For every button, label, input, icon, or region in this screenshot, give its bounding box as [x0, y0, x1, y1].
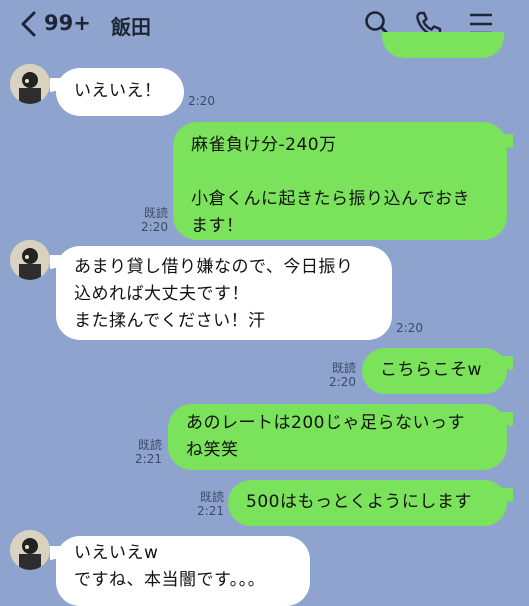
message-bubble[interactable]: 麻雀負け分-240万 小倉くんに起きたら振り込んでおき ます！ [173, 122, 507, 240]
chevron-left-icon [18, 11, 40, 42]
message-bubble[interactable]: あのレートは200じゃ足らないっす ね笑笑 [168, 404, 507, 470]
message-bubble[interactable]: いえいえw ですね、本当闇です。。。 [56, 536, 310, 606]
read-receipt: 既読 [143, 206, 168, 220]
message-time: 2:20 [188, 94, 215, 108]
back-button[interactable] [18, 10, 40, 38]
message-bubble[interactable]: こちらこそw [362, 348, 507, 394]
message-time: 2:20 [329, 375, 356, 389]
message-bubble[interactable]: あまり貸し借り嫌なので、今日振り 込めれば大丈夫です！ また揉んでください！汗 [56, 246, 392, 340]
avatar[interactable] [10, 240, 50, 280]
read-receipt: 既読 [137, 438, 162, 452]
read-receipt: 既読 [331, 361, 356, 375]
unread-count[interactable]: 99+ [44, 11, 91, 35]
contact-name: 飯田 [111, 15, 151, 39]
message-time: 2:21 [135, 452, 162, 466]
avatar[interactable] [10, 64, 50, 104]
message-time: 2:20 [396, 321, 423, 335]
message-bubble[interactable]: いえいえ！ [56, 68, 184, 116]
avatar[interactable] [10, 530, 50, 570]
message-time: 2:21 [197, 504, 224, 518]
message-bubble[interactable]: 500はもっとくようにします [228, 480, 507, 526]
read-receipt: 既読 [199, 490, 224, 504]
message-time: 2:20 [141, 220, 168, 234]
message-bubble-partial[interactable] [382, 32, 504, 58]
